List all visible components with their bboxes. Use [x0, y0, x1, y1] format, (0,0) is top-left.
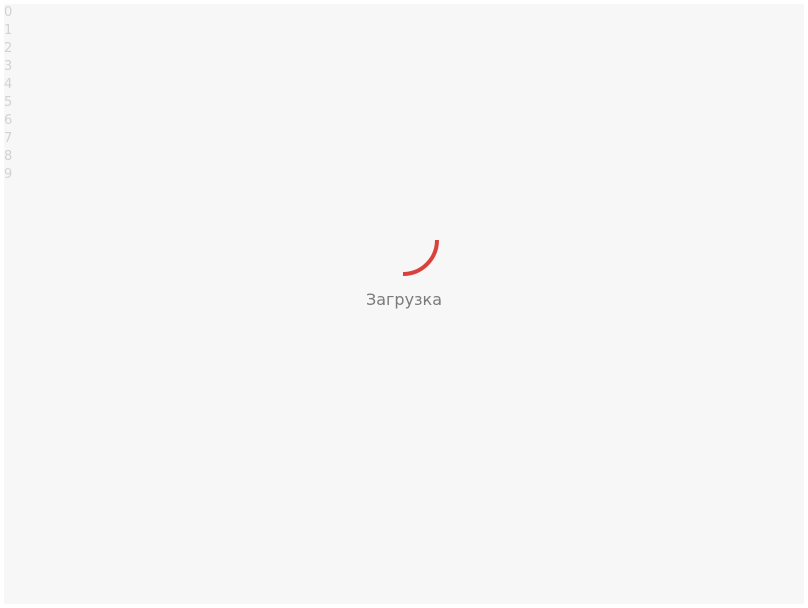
loading-label: Загрузка	[365, 290, 443, 309]
debug-line: 6	[4, 113, 13, 128]
debug-line-numbers: 0 1 2 3 4 5 6 7 8 9	[4, 4, 12, 184]
debug-line: 2	[4, 41, 13, 56]
app-frame: 0 1 2 3 4 5 6 7 8 9 Загрузка	[4, 4, 804, 604]
debug-line: 0	[4, 5, 13, 20]
spinner-arc	[402, 239, 439, 276]
debug-line: 9	[4, 167, 13, 182]
debug-line: 1	[4, 23, 13, 38]
debug-line: 3	[4, 59, 13, 74]
spinner-arc-icon	[400, 238, 440, 278]
debug-line: 7	[4, 131, 13, 146]
debug-line: 8	[4, 149, 13, 164]
debug-line: 4	[4, 77, 13, 92]
debug-line: 5	[4, 95, 13, 110]
